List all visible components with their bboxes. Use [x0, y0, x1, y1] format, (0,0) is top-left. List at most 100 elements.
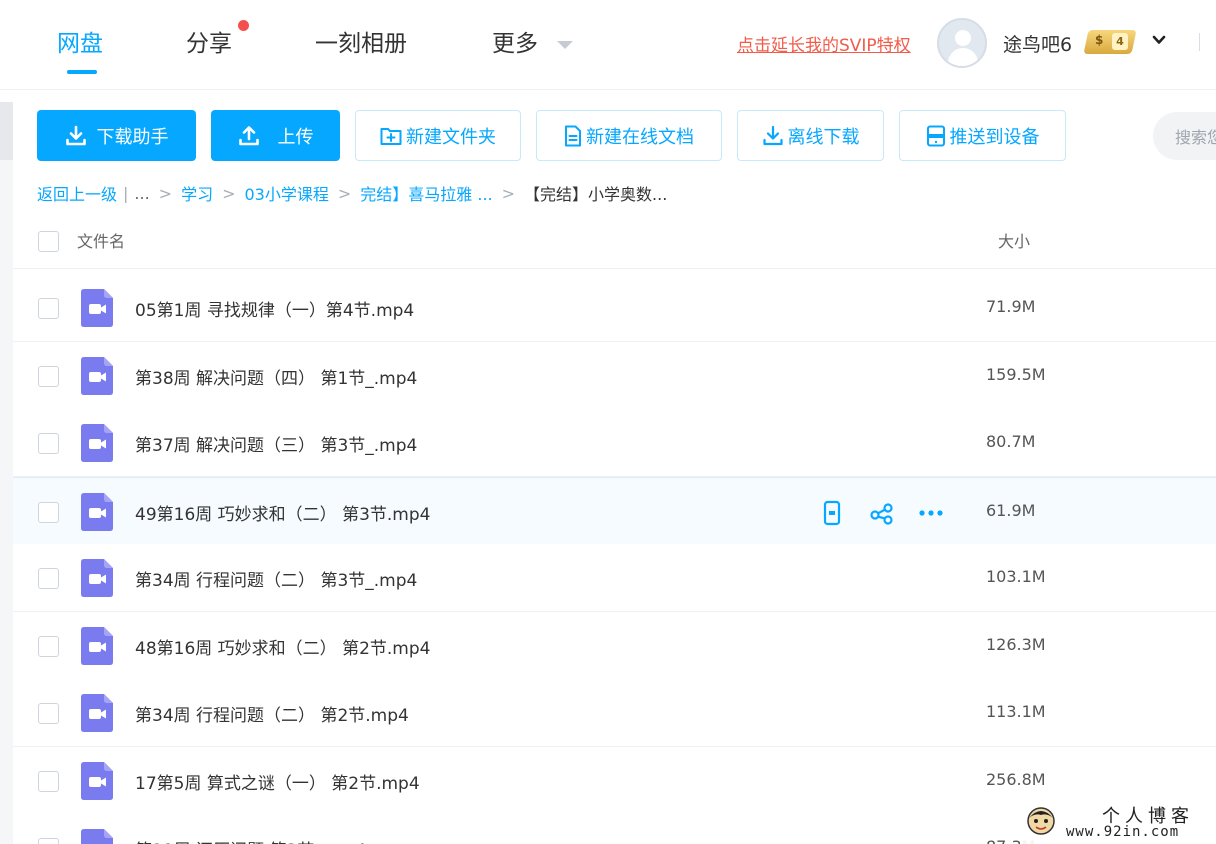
- file-name[interactable]: 第37周 解决问题（三） 第3节_.mp4: [135, 431, 417, 456]
- column-header-size[interactable]: 大小: [998, 228, 1030, 252]
- row-checkbox[interactable]: [38, 433, 59, 454]
- file-name[interactable]: 第34周 行程问题（二） 第2节.mp4: [135, 701, 409, 726]
- row-checkbox[interactable]: [38, 838, 59, 844]
- table-row[interactable]: 第34周 行程问题（二） 第3节_.mp4 103.1M: [13, 544, 1216, 612]
- new-online-doc-button[interactable]: 新建在线文档: [536, 110, 722, 161]
- active-tab-indicator: [67, 70, 97, 74]
- sidebar-scroll-mark: [0, 102, 13, 160]
- search-placeholder: 搜索您的文件: [1175, 128, 1216, 147]
- breadcrumb-separator: >: [501, 183, 516, 203]
- breadcrumb: 返回上一级 | ... > 学习 > 03小学课程 > 完结】喜马拉雅 ... …: [37, 181, 667, 205]
- upload-icon: [238, 125, 259, 145]
- tab-netdisk[interactable]: 网盘: [57, 24, 103, 58]
- video-file-icon: [81, 694, 113, 732]
- notification-dot: [238, 20, 249, 31]
- watermark: 个人博客 www.92in.com: [1020, 800, 1216, 844]
- video-file-icon: [81, 356, 113, 395]
- tab-album[interactable]: 一刻相册: [315, 24, 407, 58]
- breadcrumb-separator: >: [337, 183, 352, 203]
- table-row[interactable]: 05第1周 寻找规律（一）第4节.mp4 71.9M: [13, 274, 1216, 342]
- video-file-icon: [81, 492, 113, 531]
- row-actions: [821, 500, 951, 526]
- row-checkbox[interactable]: [38, 298, 59, 319]
- video-file-icon: [81, 761, 113, 800]
- breadcrumb-divider: |: [123, 183, 129, 203]
- row-checkbox[interactable]: [38, 501, 59, 523]
- share-icon[interactable]: [869, 500, 895, 526]
- upload-label: 上传: [277, 126, 314, 148]
- download-helper-button[interactable]: 下载助手: [37, 110, 196, 161]
- svip-extend-link[interactable]: 点击延长我的SVIP特权: [737, 31, 911, 56]
- push-to-device-label: 推送到设备: [949, 126, 1040, 148]
- new-folder-label: 新建文件夹: [406, 126, 496, 148]
- file-name[interactable]: 第38周 解决问题（四） 第1节_.mp4: [135, 364, 417, 389]
- file-name[interactable]: 17第5周 算式之谜（一） 第2节.mp4: [135, 769, 420, 794]
- watermark-url: www.92in.com: [1066, 824, 1180, 840]
- tab-more[interactable]: 更多: [492, 24, 538, 58]
- coin-icon: [1083, 30, 1137, 54]
- breadcrumb-ellipsis[interactable]: ...: [134, 184, 149, 203]
- row-checkbox[interactable]: [38, 703, 59, 724]
- file-size: 71.9M: [986, 297, 1036, 316]
- column-header-name[interactable]: 文件名: [77, 228, 125, 252]
- breadcrumb-item[interactable]: 完结】喜马拉雅 ...: [360, 181, 492, 205]
- push-to-device-button[interactable]: 推送到设备: [899, 110, 1066, 161]
- video-file-icon: [81, 626, 113, 665]
- download-helper-label: 下载助手: [96, 126, 169, 148]
- row-checkbox[interactable]: [38, 365, 59, 387]
- offline-download-label: 离线下载: [787, 126, 860, 148]
- offline-download-button[interactable]: 离线下载: [737, 110, 884, 161]
- breadcrumb-item[interactable]: 03小学课程: [245, 181, 329, 205]
- file-name[interactable]: 48第16周 巧妙求和（二） 第2节.mp4: [135, 634, 430, 659]
- table-row[interactable]: 49第16周 巧妙求和（二） 第3节.mp4 61.9M: [13, 476, 1216, 545]
- row-checkbox[interactable]: [38, 770, 59, 792]
- file-size: 113.1M: [986, 702, 1046, 721]
- top-navigation-bar: 网盘 分享 一刻相册 更多 点击延长我的SVIP特权 途鸟吧6 $ 4: [0, 0, 1216, 90]
- file-size: 159.5M: [986, 364, 1046, 384]
- offline-download-icon: [762, 125, 783, 145]
- push-device-icon[interactable]: [821, 500, 843, 526]
- header-divider: [13, 268, 1216, 269]
- chevron-down-icon[interactable]: [557, 41, 573, 49]
- video-file-icon: [81, 424, 113, 462]
- file-size: 256.8M: [986, 769, 1046, 789]
- breadcrumb-item[interactable]: 学习: [181, 181, 213, 205]
- new-folder-button[interactable]: 新建文件夹: [355, 110, 521, 161]
- row-checkbox[interactable]: [38, 568, 59, 589]
- badge-level: 4: [1112, 33, 1128, 50]
- breadcrumb-separator: >: [158, 183, 173, 203]
- file-size: 103.1M: [986, 567, 1046, 586]
- more-options-icon[interactable]: [917, 500, 945, 526]
- avatar[interactable]: [937, 18, 987, 68]
- search-input[interactable]: 搜索您的文件: [1153, 112, 1216, 160]
- table-row[interactable]: 第37周 解决问题（三） 第3节_.mp4 80.7M: [13, 409, 1216, 477]
- file-size: 61.9M: [986, 500, 1036, 520]
- download-icon: [65, 125, 86, 145]
- tab-share[interactable]: 分享: [186, 24, 232, 58]
- avatar-body: [948, 48, 978, 66]
- file-name[interactable]: 49第16周 巧妙求和（二） 第3节.mp4: [135, 500, 430, 525]
- video-file-icon: [81, 829, 113, 844]
- file-name[interactable]: 05第1周 寻找规律（一）第4节.mp4: [135, 296, 414, 321]
- table-row[interactable]: 48第16周 巧妙求和（二） 第2节.mp4 126.3M: [13, 611, 1216, 680]
- user-menu-chevron-icon[interactable]: [1152, 33, 1166, 47]
- table-row[interactable]: 第34周 行程问题（二） 第2节.mp4 113.1M: [13, 679, 1216, 747]
- upload-button[interactable]: 上传: [211, 110, 340, 161]
- mascot-icon: [1027, 807, 1055, 835]
- row-checkbox[interactable]: [38, 635, 59, 657]
- file-size: 126.3M: [986, 634, 1046, 654]
- file-name[interactable]: 第34周 行程问题（二） 第3节_.mp4: [135, 566, 417, 591]
- document-icon: [565, 125, 581, 146]
- breadcrumb-separator: >: [222, 183, 236, 203]
- new-folder-icon: [380, 127, 402, 145]
- left-sidebar-edge: [0, 102, 13, 844]
- table-row[interactable]: 第38周 解决问题（四） 第1节_.mp4 159.5M: [13, 341, 1216, 410]
- file-name[interactable]: 第21周 还原问题 第3节_.mp4: [135, 836, 366, 844]
- file-size: 80.7M: [986, 432, 1036, 451]
- vip-level-badge: $ 4: [1083, 30, 1137, 54]
- username[interactable]: 途鸟吧6: [1003, 30, 1072, 57]
- select-all-checkbox[interactable]: [38, 231, 59, 252]
- breadcrumb-back[interactable]: 返回上一级: [37, 181, 117, 205]
- badge-symbol: $: [1095, 33, 1104, 47]
- breadcrumb-current: 【完结】小学奥数...: [524, 185, 668, 204]
